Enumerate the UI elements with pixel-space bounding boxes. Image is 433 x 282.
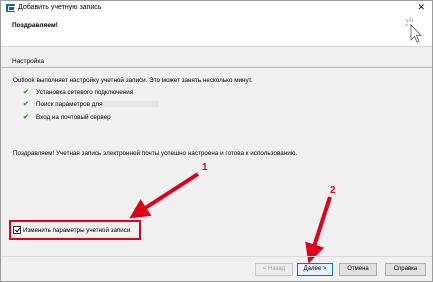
step-login: ✔ Вход на почтовый сервер: [23, 114, 111, 122]
redacted-email: [103, 101, 160, 108]
section-title: Настройка: [12, 58, 44, 65]
close-icon[interactable]: ✕: [417, 3, 425, 12]
step-label: Установка сетевого подключения: [36, 89, 134, 96]
title-bar: Добавить учетную запись ✕: [1, 1, 432, 15]
arrow-1: [129, 172, 200, 219]
cursor-sparkle-icon: [405, 17, 422, 43]
header-panel: Поздравляем!: [1, 15, 432, 47]
window-title: Добавить учетную запись: [18, 4, 102, 11]
outlook-icon: [6, 4, 15, 12]
cancel-button[interactable]: Отмена: [339, 263, 377, 276]
check-icon: ✔: [23, 114, 29, 121]
arrow-2: [305, 196, 332, 264]
step-search: ✔ Поиск параметров для: [23, 101, 160, 109]
footer-divider: [1, 256, 432, 257]
help-button[interactable]: Справка: [385, 263, 426, 276]
header-title: Поздравляем!: [12, 22, 58, 29]
step-label: Вход на почтовый сервер: [36, 114, 111, 121]
intro-text: Outlook выполняет настройку учетной запи…: [13, 77, 253, 84]
success-message: Поздравляем! Учетная запись электронной …: [13, 150, 298, 157]
marker-2: 2: [330, 185, 336, 196]
step-label: Поиск параметров для: [36, 101, 103, 108]
divider: [1, 67, 432, 68]
change-settings-label[interactable]: Изменить параметры учетной записи: [23, 227, 130, 234]
check-icon: ✔: [23, 89, 29, 96]
add-account-dialog: Добавить учетную запись ✕ Поздравляем! Н…: [0, 0, 433, 282]
check-icon: ✔: [23, 101, 29, 108]
change-settings-checkbox[interactable]: [13, 226, 21, 234]
back-button[interactable]: < Назад: [255, 263, 293, 276]
marker-1: 1: [202, 162, 208, 173]
next-button[interactable]: Далее >: [297, 263, 333, 276]
step-network: ✔ Установка сетевого подключения: [23, 89, 134, 97]
